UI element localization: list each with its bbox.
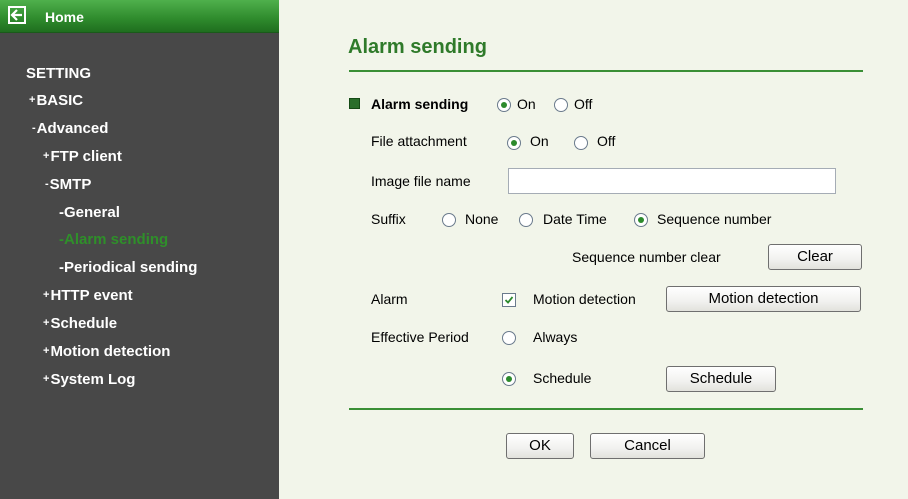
alarm-label: Alarm bbox=[371, 291, 408, 307]
sidebar-item-label: Motion detection bbox=[50, 343, 171, 360]
sidebar-item-label: FTP client bbox=[50, 148, 122, 165]
period-always-radio[interactable] bbox=[502, 331, 516, 345]
clear-button[interactable]: Clear bbox=[768, 244, 862, 270]
suffix-sequence-radio[interactable] bbox=[634, 213, 648, 227]
title-divider bbox=[349, 70, 863, 72]
file-attachment-off-label: Off bbox=[597, 133, 616, 149]
expand-icon: + bbox=[29, 94, 36, 106]
expand-icon: + bbox=[43, 345, 50, 357]
alarm-sending-off-radio[interactable] bbox=[554, 98, 568, 112]
back-arrow-icon bbox=[8, 6, 26, 24]
sidebar-item-label: Alarm sending bbox=[64, 231, 169, 248]
sidebar: Home SETTING +BASIC -Advanced +FTP clien… bbox=[0, 0, 279, 499]
ok-button[interactable]: OK bbox=[506, 433, 574, 459]
motion-detection-button[interactable]: Motion detection bbox=[666, 286, 861, 312]
cancel-button[interactable]: Cancel bbox=[590, 433, 705, 459]
sidebar-item-smtp[interactable]: -SMTP bbox=[45, 176, 91, 193]
effective-period-label: Effective Period bbox=[371, 329, 469, 345]
sidebar-item-label: SETTING bbox=[26, 65, 92, 82]
schedule-button[interactable]: Schedule bbox=[666, 366, 776, 392]
collapse-icon: - bbox=[32, 122, 36, 134]
sidebar-item-system-log[interactable]: +System Log bbox=[43, 371, 135, 388]
collapse-icon: - bbox=[45, 178, 49, 190]
sidebar-item-label: General bbox=[64, 204, 120, 221]
motion-detection-checkbox-label: Motion detection bbox=[533, 291, 636, 307]
sidebar-item-label: Schedule bbox=[50, 315, 118, 332]
bottom-divider bbox=[349, 408, 863, 410]
checkmark-icon bbox=[504, 296, 514, 304]
sidebar-item-label: System Log bbox=[50, 371, 136, 388]
suffix-date-time-label: Date Time bbox=[543, 211, 607, 227]
sidebar-item-http-event[interactable]: +HTTP event bbox=[43, 287, 133, 304]
sidebar-item-periodical-sending[interactable]: -Periodical sending bbox=[59, 259, 197, 276]
file-attachment-label: File attachment bbox=[371, 133, 467, 149]
file-attachment-off-radio[interactable] bbox=[574, 136, 588, 150]
home-label: Home bbox=[45, 9, 84, 25]
page-title: Alarm sending bbox=[348, 36, 487, 58]
expand-icon: + bbox=[43, 150, 50, 162]
suffix-sequence-label: Sequence number bbox=[657, 211, 772, 227]
image-file-name-input[interactable] bbox=[508, 168, 836, 194]
sidebar-section-setting: SETTING bbox=[26, 65, 91, 82]
expand-icon: + bbox=[43, 317, 50, 329]
sidebar-item-label: Periodical sending bbox=[64, 259, 198, 276]
sidebar-item-alarm-sending[interactable]: -Alarm sending bbox=[59, 231, 168, 248]
alarm-sending-on-radio[interactable] bbox=[497, 98, 511, 112]
sidebar-item-schedule[interactable]: +Schedule bbox=[43, 315, 117, 332]
sidebar-item-label: BASIC bbox=[36, 92, 84, 109]
sidebar-item-general[interactable]: -General bbox=[59, 204, 120, 221]
expand-icon: + bbox=[43, 373, 50, 385]
file-attachment-on-label: On bbox=[530, 133, 549, 149]
sequence-clear-label: Sequence number clear bbox=[572, 249, 721, 265]
image-file-name-label: Image file name bbox=[371, 173, 471, 189]
sidebar-item-advanced[interactable]: -Advanced bbox=[32, 120, 108, 137]
suffix-none-label: None bbox=[465, 211, 499, 227]
alarm-sending-label: Alarm sending bbox=[371, 96, 469, 112]
period-always-label: Always bbox=[533, 329, 578, 345]
suffix-label: Suffix bbox=[371, 211, 406, 227]
suffix-date-time-radio[interactable] bbox=[519, 213, 533, 227]
sidebar-item-label: HTTP event bbox=[50, 287, 133, 304]
sidebar-item-motion-detection[interactable]: +Motion detection bbox=[43, 343, 170, 360]
sidebar-item-basic[interactable]: +BASIC bbox=[29, 92, 83, 109]
motion-detection-checkbox[interactable] bbox=[502, 293, 516, 307]
suffix-none-radio[interactable] bbox=[442, 213, 456, 227]
section-bullet-icon bbox=[349, 98, 360, 109]
expand-icon: + bbox=[43, 289, 50, 301]
file-attachment-on-radio[interactable] bbox=[507, 136, 521, 150]
alarm-sending-off-label: Off bbox=[574, 96, 593, 112]
home-link[interactable]: Home bbox=[0, 0, 279, 33]
alarm-sending-on-label: On bbox=[517, 96, 536, 112]
period-schedule-radio[interactable] bbox=[502, 372, 516, 386]
sidebar-item-ftp-client[interactable]: +FTP client bbox=[43, 148, 122, 165]
sidebar-item-label: SMTP bbox=[49, 176, 92, 193]
main-content: Alarm sending Alarm sending On Off File … bbox=[279, 0, 908, 499]
sidebar-item-label: Advanced bbox=[36, 120, 109, 137]
period-schedule-label: Schedule bbox=[533, 370, 592, 386]
